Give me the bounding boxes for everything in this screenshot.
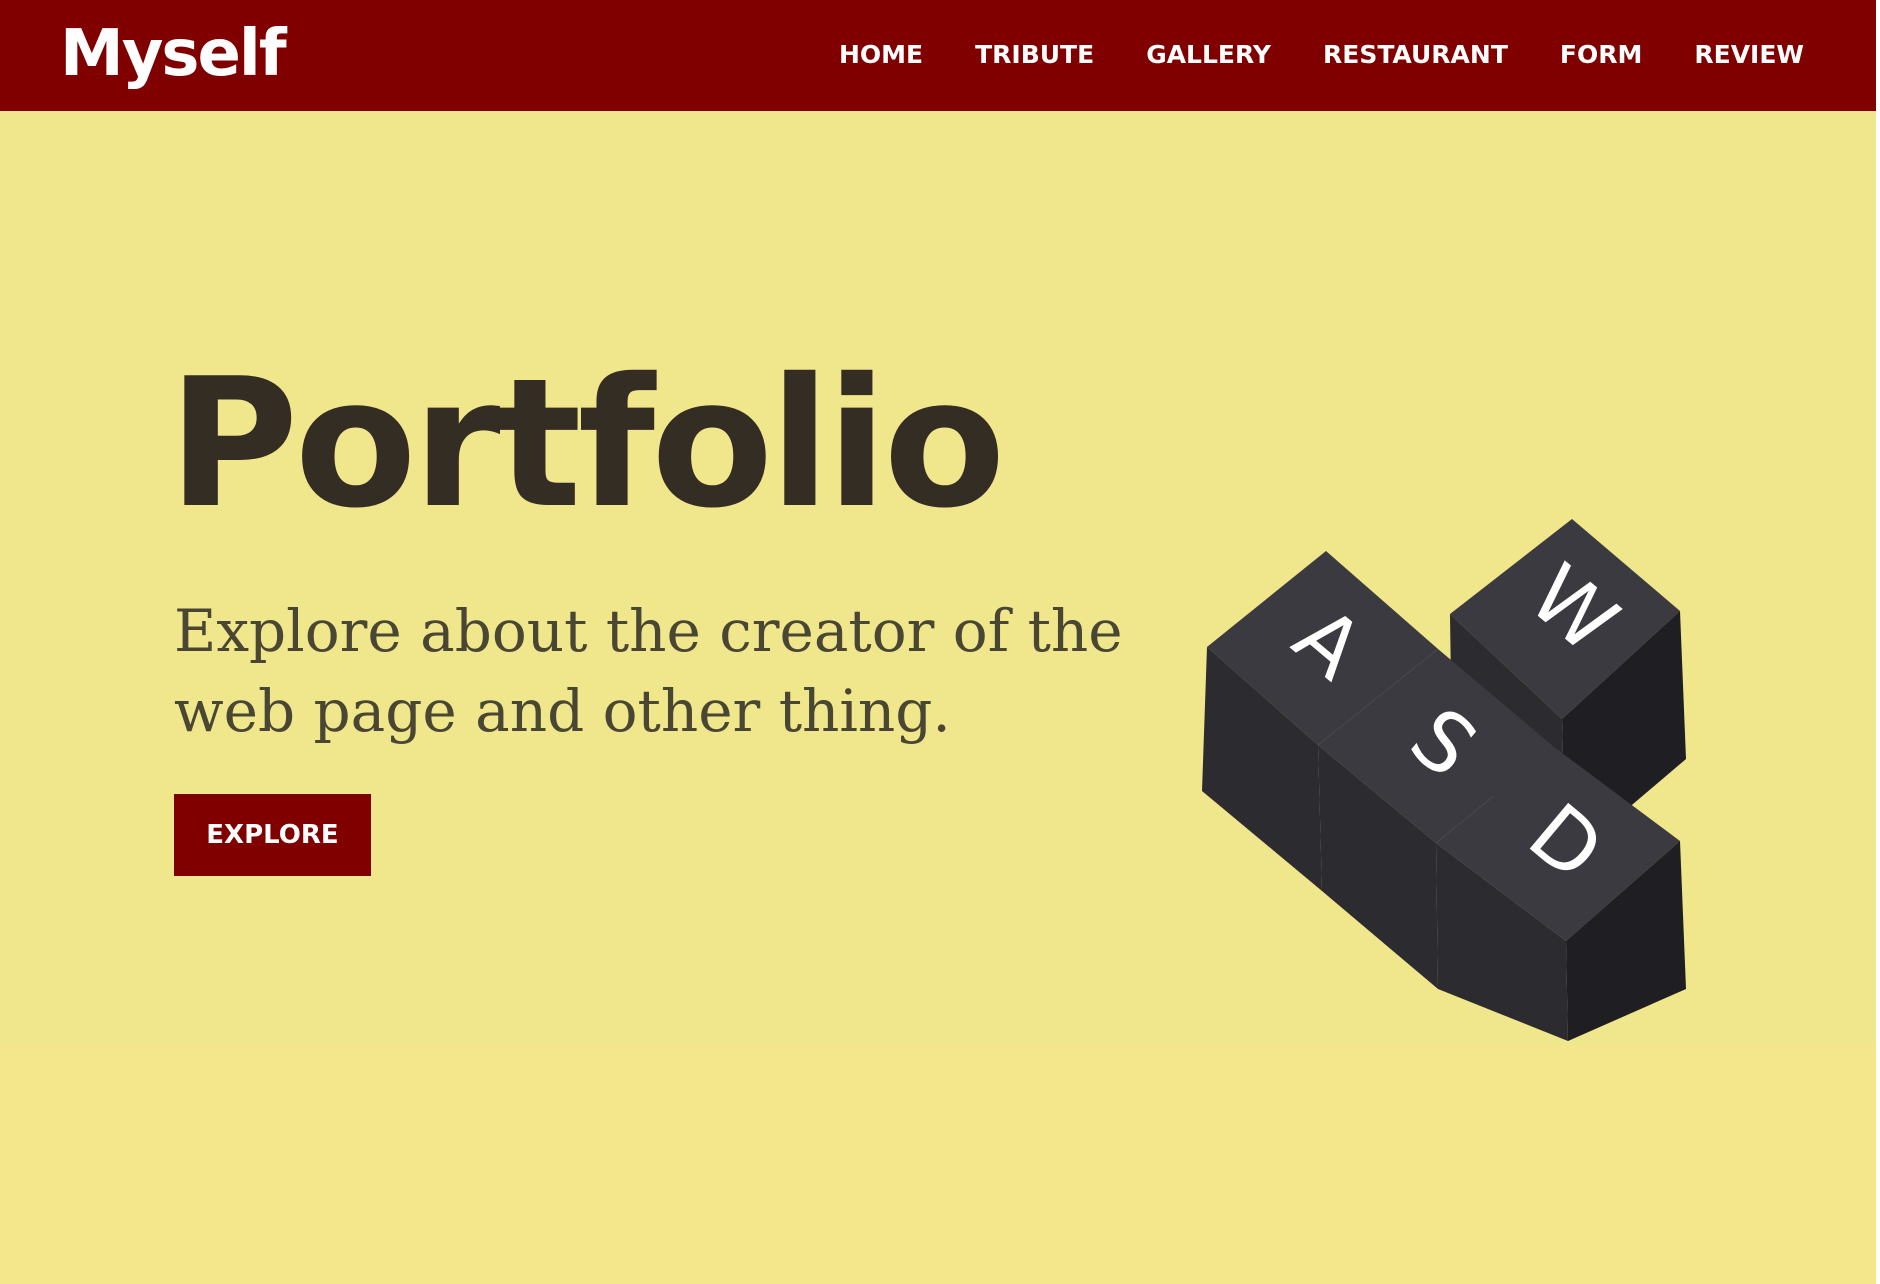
nav-link-review[interactable]: REVIEW	[1694, 38, 1804, 72]
nav-link-gallery[interactable]: GALLERY	[1146, 38, 1271, 72]
nav-link-restaurant[interactable]: RESTAURANT	[1323, 38, 1508, 72]
navbar: Myself HOME TRIBUTE GALLERY RESTAURANT F…	[0, 0, 1876, 111]
explore-button[interactable]: EXPLORE	[174, 794, 371, 876]
next-section	[0, 1046, 1876, 1284]
page: Myself HOME TRIBUTE GALLERY RESTAURANT F…	[0, 0, 1880, 1284]
page-edge	[1876, 0, 1880, 1284]
hero-section: Portfolio Explore about the creator of t…	[0, 111, 1876, 1046]
nav-link-tribute[interactable]: TRIBUTE	[975, 38, 1094, 72]
brand-logo[interactable]: Myself	[60, 14, 287, 94]
nav-menu: HOME TRIBUTE GALLERY RESTAURANT FORM REV…	[787, 38, 1804, 72]
nav-link-home[interactable]: HOME	[839, 38, 923, 72]
keyboard-keys-icon: W A S D	[1202, 519, 1686, 1041]
hero-title: Portfolio	[168, 340, 1006, 547]
hero-subtitle: Explore about the creator of the web pag…	[174, 597, 1123, 745]
nav-link-form[interactable]: FORM	[1560, 38, 1642, 72]
